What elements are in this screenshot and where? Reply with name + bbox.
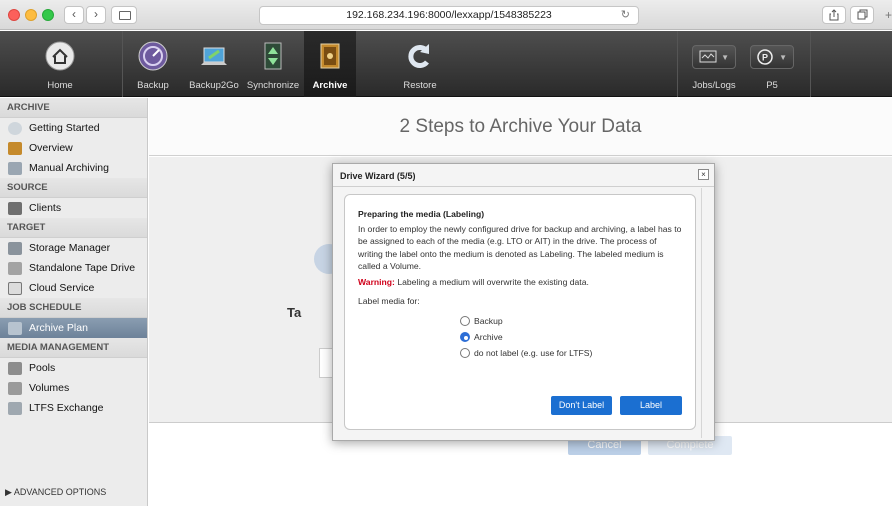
getting-started-icon <box>8 121 22 135</box>
reload-icon[interactable]: ↻ <box>621 7 630 24</box>
archive-plan-icon <box>8 321 22 335</box>
sidebar-item-ltfs-exchange[interactable]: LTFS Exchange <box>0 398 147 418</box>
panel-description: In order to employ the newly configured … <box>358 223 682 272</box>
chevron-left-icon: ‹ <box>72 7 76 21</box>
clients-icon <box>8 201 22 215</box>
sidebar-section-target: TARGET <box>0 218 147 238</box>
radio-backup[interactable]: Backup <box>460 313 682 329</box>
address-bar[interactable]: 192.168.234.196:8000/lexxapp/1548385223 … <box>259 6 639 25</box>
close-icon[interactable]: × <box>698 169 709 180</box>
sync-icon <box>264 42 282 70</box>
zoom-window-button[interactable] <box>42 9 54 21</box>
main-header: 2 Steps to Archive Your Data <box>149 98 892 156</box>
page-title: 2 Steps to Archive Your Data <box>399 116 642 137</box>
monitor-icon <box>699 50 717 63</box>
minimize-window-button[interactable] <box>25 9 37 21</box>
share-icon <box>829 9 839 21</box>
label-button[interactable]: Label <box>620 396 682 415</box>
chevron-down-icon: ▼ <box>779 53 787 62</box>
volumes-icon <box>8 381 22 395</box>
cloud-service-icon <box>8 281 22 295</box>
drive-wizard-dialog: Drive Wizard (5/5) × Preparing the media… <box>332 163 715 441</box>
dialog-panel: Preparing the media (Labeling) In order … <box>344 194 696 430</box>
toolbar-archive[interactable]: Archive <box>304 31 356 97</box>
toolbar-synchronize[interactable]: Synchronize <box>246 31 300 97</box>
overview-icon <box>8 141 22 155</box>
sidebar-item-overview[interactable]: Overview <box>0 138 147 158</box>
ltfs-exchange-icon <box>8 401 22 415</box>
radio-unchecked-icon <box>460 316 470 327</box>
sidebar-section-source: SOURCE <box>0 178 147 198</box>
home-icon <box>45 41 75 71</box>
manual-archiving-icon <box>8 161 22 175</box>
sidebar-section-archive: ARCHIVE <box>0 98 147 118</box>
sidebar-item-volumes[interactable]: Volumes <box>0 378 147 398</box>
p5-icon: P <box>757 49 773 65</box>
toolbar-p5[interactable]: P ▼ P5 <box>746 31 798 97</box>
sidebar-item-manual-archiving[interactable]: Manual Archiving <box>0 158 147 178</box>
archive-icon <box>320 43 340 69</box>
backup-icon <box>138 41 168 71</box>
toolbar-backup2go[interactable]: Backup2Go <box>185 31 243 97</box>
warning-text: Labeling a medium will overwrite the exi… <box>397 276 589 287</box>
sidebar-item-getting-started[interactable]: Getting Started <box>0 118 147 138</box>
dialog-divider <box>333 186 714 187</box>
tape-drive-icon <box>8 261 22 275</box>
storage-manager-icon <box>8 241 22 255</box>
toolbar-separator <box>810 31 811 97</box>
sidebar-item-archive-plan[interactable]: Archive Plan <box>0 318 147 338</box>
warning-message: Warning: Labeling a medium will overwrit… <box>358 276 682 289</box>
url-text: 192.168.234.196:8000/lexxapp/1548385223 <box>346 9 552 21</box>
section-heading: Ta <box>287 305 302 320</box>
advanced-options-toggle[interactable]: ▶ ADVANCED OPTIONS <box>5 487 106 498</box>
sidebar: ARCHIVE Getting Started Overview Manual … <box>0 98 148 506</box>
new-tab-icon[interactable]: + <box>885 8 892 22</box>
sidebar-item-pools[interactable]: Pools <box>0 358 147 378</box>
pools-icon <box>8 361 22 375</box>
toolbar-restore[interactable]: Restore <box>398 31 442 97</box>
radio-do-not-label[interactable]: do not label (e.g. use for LTFS) <box>460 345 682 361</box>
share-button[interactable] <box>822 6 846 24</box>
radio-archive[interactable]: Archive <box>460 329 682 345</box>
label-media-options: Backup Archive do not label (e.g. use fo… <box>460 313 682 361</box>
toolbar-separator <box>677 31 678 97</box>
toolbar-home[interactable]: Home <box>38 31 82 97</box>
label-media-for-label: Label media for: <box>358 295 420 306</box>
toolbar-separator <box>122 31 123 97</box>
panel-heading: Preparing the media (Labeling) <box>358 209 485 219</box>
toolbar-backup[interactable]: Backup <box>133 31 173 97</box>
svg-text:P: P <box>762 53 768 63</box>
tabs-icon <box>857 9 867 20</box>
restore-icon <box>408 44 429 68</box>
dont-label-button[interactable]: Don't Label <box>551 396 612 415</box>
laptop-icon <box>201 47 227 65</box>
dialog-scrollbar[interactable] <box>701 188 709 438</box>
chevron-right-icon: › <box>94 7 98 21</box>
jobs-logs-dropdown[interactable]: ▼ <box>692 45 736 69</box>
chevron-down-icon: ▼ <box>721 53 729 62</box>
close-window-button[interactable] <box>8 9 20 21</box>
forward-button[interactable]: › <box>86 6 106 24</box>
radio-unchecked-icon <box>460 348 470 359</box>
dialog-title: Drive Wizard (5/5) <box>340 171 416 181</box>
sidebar-item-storage-manager[interactable]: Storage Manager <box>0 238 147 258</box>
sidebar-section-job-schedule: JOB SCHEDULE <box>0 298 147 318</box>
sidebar-toggle-button[interactable] <box>111 6 137 24</box>
back-button[interactable]: ‹ <box>64 6 84 24</box>
app-toolbar: Home Backup Backup2Go Synchronize Archiv… <box>0 31 892 97</box>
toolbar-jobs-logs[interactable]: ▼ Jobs/Logs <box>688 31 740 97</box>
radio-checked-icon <box>460 332 470 343</box>
p5-dropdown[interactable]: P ▼ <box>750 45 794 69</box>
warning-label: Warning: <box>358 276 395 287</box>
sidebar-section-media-management: MEDIA MANAGEMENT <box>0 338 147 358</box>
sidebar-item-clients[interactable]: Clients <box>0 198 147 218</box>
sidebar-item-standalone-tape-drive[interactable]: Standalone Tape Drive <box>0 258 147 278</box>
tabs-overview-button[interactable] <box>850 6 874 24</box>
sidebar-item-cloud-service[interactable]: Cloud Service <box>0 278 147 298</box>
browser-chrome: ‹ › 192.168.234.196:8000/lexxapp/1548385… <box>0 0 892 30</box>
